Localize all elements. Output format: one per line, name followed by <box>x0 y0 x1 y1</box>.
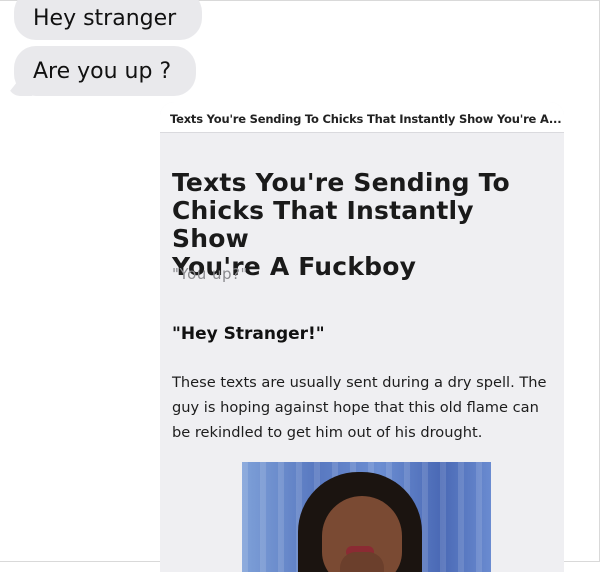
message-text: Hey stranger <box>33 5 177 31</box>
message-bubble-received[interactable]: Are you up ? <box>14 46 196 96</box>
article-body-line: be rekindled to get him out of his droug… <box>172 424 483 441</box>
section-heading: "Hey Stranger!" <box>172 324 325 344</box>
message-text: Are you up ? <box>33 58 172 84</box>
article-title-line: Texts You're Sending To <box>172 168 510 197</box>
message-bubble-received[interactable]: Hey stranger <box>14 0 202 40</box>
article-body-line: guy is hoping against hope that this old… <box>172 399 539 416</box>
link-preview-header[interactable]: Texts You're Sending To Chicks That Inst… <box>160 102 564 133</box>
link-preview-header-title: Texts You're Sending To Chicks That Inst… <box>170 112 562 126</box>
article-subtitle: "You up?" <box>172 265 248 283</box>
image-figure-hand <box>340 552 384 572</box>
article-body: These texts are usually sent during a dr… <box>172 370 564 445</box>
link-preview-card[interactable]: Texts You're Sending To Chicks That Inst… <box>160 102 564 572</box>
article-body-line: These texts are usually sent during a dr… <box>172 374 547 391</box>
article-title-line: Chicks That Instantly Show <box>172 196 474 253</box>
article-image[interactable] <box>242 462 491 572</box>
